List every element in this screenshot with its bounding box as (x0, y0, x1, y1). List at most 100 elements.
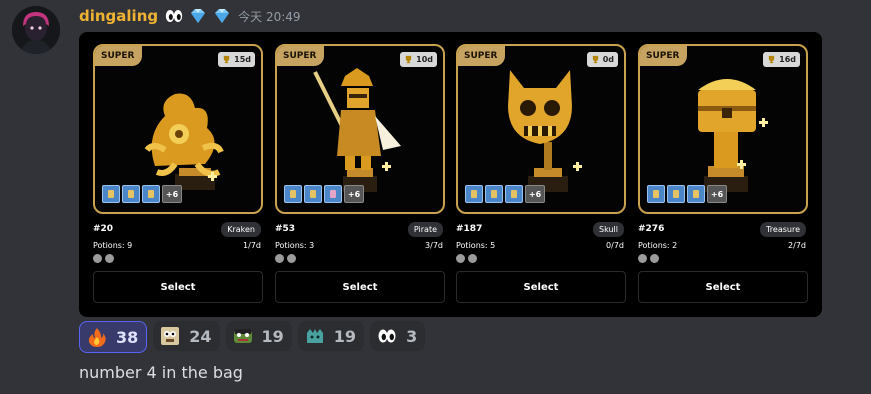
age-text: 10d (416, 55, 433, 64)
reaction-count: 19 (261, 326, 284, 346)
reaction-count: 24 (189, 326, 212, 346)
nft-card: SUPER 15d +6 #20 Kraken Potions: 9 1/7d (93, 44, 263, 272)
reactions-bar: 38 24 19 19 3 (79, 321, 426, 353)
character-name-badge: Kraken (221, 222, 261, 237)
potions-ratio: 1/7d (243, 241, 261, 250)
attribute-dot-icon (93, 254, 102, 263)
nft-card: SUPER 10d +6 #53 Pirate Potions: 3 3/7d (275, 44, 445, 272)
trophy-icon (768, 55, 775, 64)
attribute-icons (456, 254, 477, 263)
trophy-icon (405, 55, 412, 64)
potion-icon (324, 185, 342, 203)
age-text: 0d (602, 55, 614, 64)
attribute-flask-icon (287, 254, 296, 263)
nft-embed: SUPER 15d +6 #20 Kraken Potions: 9 1/7d … (79, 32, 822, 317)
more-potions-badge: +6 (525, 185, 545, 203)
token-id: #187 (456, 224, 483, 234)
more-potions-badge: +6 (707, 185, 727, 203)
age-badge: 10d (400, 52, 437, 67)
reaction-count: 3 (406, 326, 418, 346)
token-id: #20 (93, 224, 114, 234)
attribute-icons (93, 254, 114, 263)
rarity-tag: SUPER (640, 46, 688, 66)
eyes-icon (165, 10, 183, 22)
reaction-count: 19 (333, 326, 357, 346)
attribute-flask-icon (105, 254, 114, 263)
potions-ratio: 0/7d (606, 241, 624, 250)
card-info: #187 Skull Potions: 5 0/7d (456, 214, 626, 272)
attribute-icons (275, 254, 296, 263)
reaction-fire[interactable]: 38 (79, 321, 148, 353)
reaction-count: 38 (116, 327, 139, 347)
rarity-tag: SUPER (277, 46, 325, 66)
potions-ratio: 3/7d (425, 241, 443, 250)
potions-count: Potions: 3 (275, 241, 315, 250)
message-header: dingaling 今天 20:49 (79, 5, 301, 27)
potion-strip: +6 (647, 185, 727, 203)
character-name-badge: Pirate (407, 222, 443, 237)
potion-strip: +6 (465, 185, 545, 203)
reaction-meme-face[interactable]: 24 (153, 321, 220, 351)
potion-icon (687, 185, 705, 203)
trophy-icon (223, 55, 230, 64)
select-button[interactable]: Select (638, 271, 808, 303)
age-text: 16d (779, 55, 796, 64)
card-info: #20 Kraken Potions: 9 1/7d (93, 214, 263, 272)
potion-icon (647, 185, 665, 203)
attribute-icons (638, 254, 659, 263)
reaction-frog[interactable]: 19 (225, 321, 292, 351)
potions-count: Potions: 9 (93, 241, 133, 250)
potion-strip: +6 (284, 185, 364, 203)
rarity-tag: SUPER (95, 46, 143, 66)
potion-icon (304, 185, 322, 203)
username[interactable]: dingaling (79, 7, 158, 25)
potions-count: Potions: 5 (456, 241, 496, 250)
potions-ratio: 2/7d (788, 241, 806, 250)
trophy-icon (592, 55, 598, 64)
diamond-icon (191, 9, 206, 23)
card-artwork: SUPER 0d +6 (456, 44, 626, 214)
character-name-badge: Skull (593, 222, 624, 237)
fire-icon (88, 328, 106, 347)
diamond-icon (215, 9, 230, 23)
more-potions-badge: +6 (344, 185, 364, 203)
token-id: #53 (275, 224, 296, 234)
card-info: #276 Treasure Potions: 2 2/7d (638, 214, 808, 272)
potion-icon (505, 185, 523, 203)
nft-card: SUPER 0d +6 #187 Skull Potions: 5 0/7d (456, 44, 626, 272)
rarity-tag: SUPER (458, 46, 506, 66)
timestamp: 今天 20:49 (238, 9, 301, 24)
card-artwork: SUPER 16d +6 (638, 44, 808, 214)
select-button[interactable]: Select (456, 271, 626, 303)
more-potions-badge: +6 (162, 185, 182, 203)
reaction-eyes[interactable]: 3 (370, 321, 426, 351)
potion-icon (284, 185, 302, 203)
attribute-flask-icon (650, 254, 659, 263)
age-text: 15d (234, 55, 251, 64)
card-info: #53 Pirate Potions: 3 3/7d (275, 214, 445, 272)
character-name-badge: Treasure (760, 222, 806, 237)
select-button[interactable]: Select (275, 271, 445, 303)
attribute-dot-icon (275, 254, 284, 263)
crown-creature-icon (306, 329, 323, 343)
reaction-crown-creature[interactable]: 19 (297, 321, 365, 351)
age-badge: 16d (763, 52, 800, 67)
potion-icon (122, 185, 140, 203)
potion-strip: +6 (102, 185, 182, 203)
potion-icon (667, 185, 685, 203)
meme-face-icon (161, 327, 180, 345)
card-artwork: SUPER 10d +6 (275, 44, 445, 214)
token-id: #276 (638, 224, 665, 234)
attribute-flask-icon (468, 254, 477, 263)
age-badge: 0d (586, 52, 618, 67)
potions-count: Potions: 2 (638, 241, 678, 250)
eyes-icon (378, 329, 396, 343)
select-button[interactable]: Select (93, 271, 263, 303)
frog-icon (233, 329, 252, 343)
potion-icon (465, 185, 483, 203)
potion-icon (485, 185, 503, 203)
user-avatar[interactable] (12, 6, 60, 54)
nft-card: SUPER 16d +6 #276 Treasure Potions: 2 2/… (638, 44, 808, 272)
attribute-dot-icon (638, 254, 647, 263)
potion-icon (102, 185, 120, 203)
